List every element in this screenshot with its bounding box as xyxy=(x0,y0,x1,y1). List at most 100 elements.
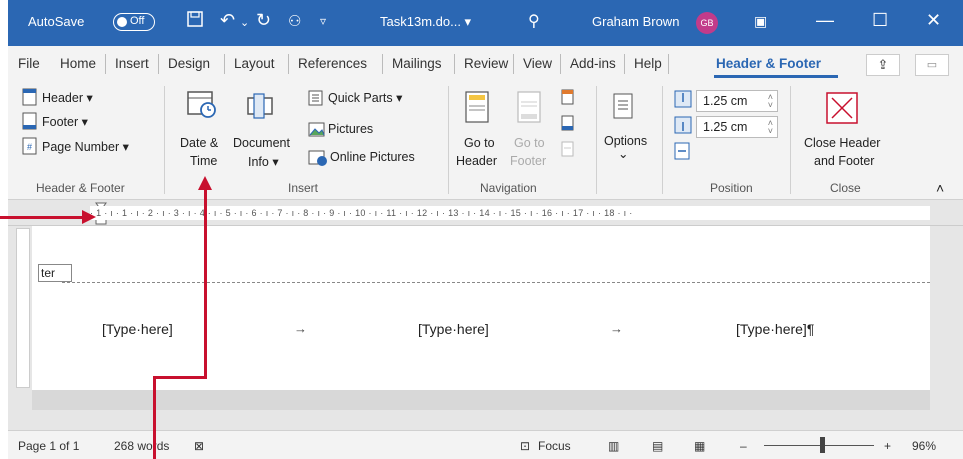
title-bar: AutoSave Off ↶ ⌄ ↻ ⚇ ▿ Task13m.do... ▾ ⚲… xyxy=(8,0,963,46)
tab-mark: → xyxy=(294,321,307,336)
tab-references[interactable]: References xyxy=(298,56,367,71)
tab-addins[interactable]: Add-ins xyxy=(570,56,616,71)
close-header-footer-icon xyxy=(826,92,858,124)
autosave-toggle[interactable]: Off xyxy=(113,13,155,31)
tab-header-footer[interactable]: Header & Footer xyxy=(716,56,821,71)
undo-icon[interactable]: ↶ xyxy=(220,10,235,31)
read-mode-icon[interactable]: ▥ xyxy=(608,439,619,453)
page[interactable] xyxy=(32,226,930,390)
web-layout-icon[interactable]: ▦ xyxy=(694,439,705,453)
calendar-clock-icon xyxy=(187,91,216,118)
spinner-arrows-icon[interactable]: ˄ ˅ xyxy=(768,119,773,136)
tab-design[interactable]: Design xyxy=(168,56,210,71)
undo-dropdown-icon[interactable]: ⌄ xyxy=(240,16,249,29)
search-icon[interactable]: ⚲ xyxy=(528,11,540,31)
footer-tag: ter xyxy=(38,264,72,282)
page-number-icon: # xyxy=(22,137,37,155)
tab-divider xyxy=(560,54,561,74)
group-divider xyxy=(448,86,449,194)
page-count[interactable]: Page 1 of 1 xyxy=(18,439,79,453)
page-number-button[interactable]: Page Number ▾ xyxy=(42,139,129,154)
tab-insert[interactable]: Insert xyxy=(115,56,149,71)
group-divider xyxy=(662,86,663,194)
user-name[interactable]: Graham Brown xyxy=(592,14,679,29)
collapse-ribbon-icon[interactable]: ˄ xyxy=(936,180,944,196)
document-info-label-1[interactable]: Document xyxy=(233,136,290,150)
online-pictures-icon xyxy=(308,150,327,166)
tab-home[interactable]: Home xyxy=(60,56,96,71)
avatar[interactable]: GB xyxy=(696,12,718,34)
autosave-state: Off xyxy=(130,15,145,27)
link-to-previous-icon[interactable] xyxy=(560,140,576,158)
tab-divider xyxy=(624,54,625,74)
go-to-footer-label-1[interactable]: Go to xyxy=(514,136,545,150)
insert-alignment-tab-icon[interactable] xyxy=(674,142,692,160)
tab-file[interactable]: File xyxy=(18,56,40,71)
tab-mark: → xyxy=(610,321,623,336)
horizontal-ruler[interactable]: · 1 · ı · 1 · ı · 2 · ı · 3 · ı · 4 · ı … xyxy=(8,200,963,226)
maximize-icon[interactable]: ☐ xyxy=(872,10,888,31)
focus-button[interactable]: Focus xyxy=(538,439,571,453)
close-header-footer-label-2[interactable]: and Footer xyxy=(814,154,874,168)
document-filename[interactable]: Task13m.do... ▾ xyxy=(380,14,471,30)
close-icon[interactable]: ✕ xyxy=(926,10,941,31)
zoom-slider-thumb[interactable] xyxy=(820,437,825,453)
footer-left-placeholder[interactable]: [Type·here] xyxy=(102,321,173,337)
footer-position-icon xyxy=(674,116,692,134)
header-position-value: 1.25 cm xyxy=(703,94,748,108)
go-to-header-label-2[interactable]: Header xyxy=(456,154,497,168)
focus-icon[interactable]: ⊡ xyxy=(520,439,530,453)
ribbon: Header ▾ Footer ▾ # Page Number ▾ Header… xyxy=(8,82,963,200)
zoom-level[interactable]: 96% xyxy=(912,439,936,453)
accessibility-icon[interactable]: ⚇ xyxy=(288,12,301,30)
previous-icon[interactable] xyxy=(560,88,576,106)
date-time-label-2[interactable]: Time xyxy=(190,154,217,168)
tab-divider xyxy=(288,54,289,74)
share-button[interactable]: ⇪ xyxy=(866,54,900,76)
footer-position-input[interactable]: 1.25 cm ˄ ˅ xyxy=(696,116,778,138)
callout-arrowhead-icon xyxy=(82,210,96,224)
online-pictures-button[interactable]: Online Pictures xyxy=(330,150,415,164)
customize-quick-access-icon[interactable]: ▿ xyxy=(320,14,326,28)
spinner-arrows-icon[interactable]: ˄ ˅ xyxy=(768,93,773,110)
proofing-icon[interactable]: ⊠ xyxy=(194,439,204,453)
pictures-icon xyxy=(308,122,325,137)
go-to-header-label-1[interactable]: Go to xyxy=(464,136,495,150)
save-icon[interactable] xyxy=(186,10,204,33)
tab-review[interactable]: Review xyxy=(464,56,508,71)
chevron-down-icon[interactable]: ⌄ xyxy=(618,146,628,161)
group-label-position: Position xyxy=(710,181,753,195)
footer-center-placeholder[interactable]: [Type·here] xyxy=(418,321,489,337)
next-icon[interactable] xyxy=(560,114,576,132)
close-header-footer-label-1[interactable]: Close Header xyxy=(804,136,880,150)
document-info-label-2[interactable]: Info ▾ xyxy=(248,154,279,169)
pictures-button[interactable]: Pictures xyxy=(328,122,373,136)
word-count[interactable]: 268 words xyxy=(114,439,169,453)
autosave-label: AutoSave xyxy=(28,14,85,29)
tab-view[interactable]: View xyxy=(523,56,552,71)
quick-parts-button[interactable]: Quick Parts ▾ xyxy=(328,90,402,105)
comments-button[interactable]: ▭ xyxy=(915,54,949,76)
header-position-input[interactable]: 1.25 cm ˄ ˅ xyxy=(696,90,778,112)
ribbon-display-icon[interactable]: ▣ xyxy=(754,13,767,30)
tab-help[interactable]: Help xyxy=(634,56,662,71)
footer-right-placeholder[interactable]: [Type·here]¶ xyxy=(736,321,814,337)
tab-layout[interactable]: Layout xyxy=(234,56,275,71)
footer-button[interactable]: Footer ▾ xyxy=(42,114,88,129)
active-tab-indicator xyxy=(714,75,838,78)
zoom-out-button[interactable]: – xyxy=(740,439,747,453)
minimize-icon[interactable]: — xyxy=(816,10,834,31)
tab-divider xyxy=(668,54,669,74)
redo-icon[interactable]: ↻ xyxy=(256,10,271,31)
print-layout-icon[interactable]: ▤ xyxy=(652,439,663,453)
ruler-scale: · 1 · ı · 1 · ı · 2 · ı · 3 · ı · 4 · ı … xyxy=(90,206,930,220)
zoom-in-button[interactable]: + xyxy=(884,439,891,453)
zoom-slider[interactable] xyxy=(764,445,874,446)
tab-divider xyxy=(513,54,514,74)
tab-divider xyxy=(158,54,159,74)
date-time-label-1[interactable]: Date & xyxy=(180,136,218,150)
header-button[interactable]: Header ▾ xyxy=(42,90,93,105)
tab-mailings[interactable]: Mailings xyxy=(392,56,442,71)
go-to-footer-label-2[interactable]: Footer xyxy=(510,154,546,168)
vertical-ruler[interactable] xyxy=(16,228,30,388)
